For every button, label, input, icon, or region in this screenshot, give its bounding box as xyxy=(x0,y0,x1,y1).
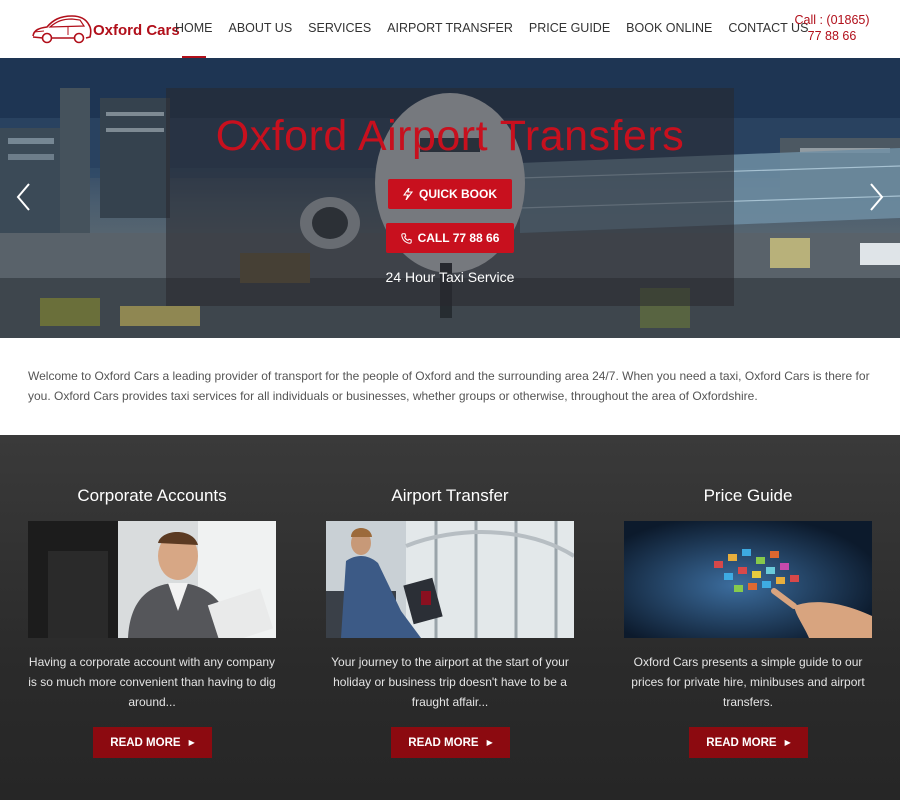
quick-book-button[interactable]: QUICK BOOK xyxy=(388,179,512,209)
site-header: Oxford Cars HOME ABOUT US SERVICES AIRPO… xyxy=(0,0,900,58)
hero-slider: Oxford Airport Transfers QUICK BOOK CALL… xyxy=(0,58,900,338)
read-more-label: READ MORE xyxy=(110,736,181,749)
nav-item-price-guide[interactable]: PRICE GUIDE xyxy=(521,0,618,58)
card-title: Corporate Accounts xyxy=(77,486,227,505)
read-more-label: READ MORE xyxy=(706,736,777,749)
nav-item-book-online[interactable]: BOOK ONLINE xyxy=(618,0,720,58)
card-description: Having a corporate account with any comp… xyxy=(28,655,276,709)
traveller-at-airport-image xyxy=(326,521,574,638)
digital-tiles-hand-image xyxy=(624,521,872,638)
hero-subtitle: 24 Hour Taxi Service xyxy=(385,269,515,285)
read-more-label: READ MORE xyxy=(408,736,479,749)
lightning-icon xyxy=(403,188,413,200)
services-section: Corporate Accounts Having a corporate ac… xyxy=(0,435,900,800)
header-phone[interactable]: Call : (01865) 77 88 66 xyxy=(792,12,872,44)
read-more-button[interactable]: READ MORE ▶ xyxy=(391,727,510,758)
car-logo-icon xyxy=(32,15,92,44)
header-phone-line2: 77 88 66 xyxy=(807,29,857,43)
read-more-button[interactable]: READ MORE ▶ xyxy=(689,727,808,758)
call-button[interactable]: CALL 77 88 66 xyxy=(386,223,514,253)
nav-item-airport-transfer[interactable]: AIRPORT TRANSFER xyxy=(379,0,521,58)
intro-text: Welcome to Oxford Cars a leading provide… xyxy=(28,369,870,403)
card-title: Price Guide xyxy=(703,486,793,505)
nav-item-services[interactable]: SERVICES xyxy=(300,0,379,58)
card-description: Oxford Cars presents a simple guide to o… xyxy=(631,655,865,709)
logo[interactable]: Oxford Cars xyxy=(30,8,180,50)
quick-book-label: QUICK BOOK xyxy=(419,187,497,201)
chevron-left-icon[interactable] xyxy=(14,182,34,212)
caret-right-icon: ▶ xyxy=(188,738,195,747)
hero-title: Oxford Airport Transfers xyxy=(215,112,685,160)
read-more-button[interactable]: READ MORE ▶ xyxy=(93,727,212,758)
nav-item-about-us[interactable]: ABOUT US xyxy=(221,0,301,58)
nav-item-home[interactable]: HOME xyxy=(167,0,221,58)
call-label: CALL 77 88 66 xyxy=(417,231,500,245)
card-description: Your journey to the airport at the start… xyxy=(331,655,569,709)
businessman-in-car-image xyxy=(28,521,276,638)
caret-right-icon: ▶ xyxy=(486,738,493,747)
card-title: Airport Transfer xyxy=(391,486,509,505)
main-nav: HOME ABOUT US SERVICES AIRPORT TRANSFER … xyxy=(167,0,816,58)
chevron-right-icon[interactable] xyxy=(866,182,886,212)
caret-right-icon: ▶ xyxy=(784,738,791,747)
phone-icon xyxy=(400,232,412,244)
header-phone-line1: Call : (01865) xyxy=(794,13,870,27)
